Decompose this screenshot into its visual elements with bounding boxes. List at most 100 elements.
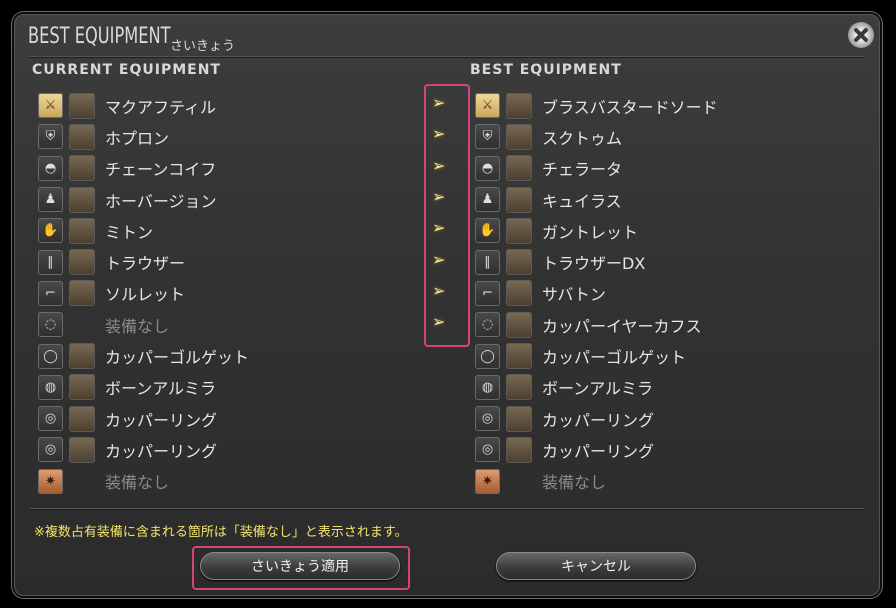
footer-divider	[30, 508, 864, 509]
item-name: ガントレット	[542, 222, 639, 242]
equipment-row[interactable]: ⚔ マクアフティル	[38, 90, 249, 121]
item-icon	[69, 343, 95, 370]
best-equipment-list: ⚔ ブラスバスタードソード ⛨ スクトゥム ◓ チェラータ ♟ キュイラス ✋ ガントレット ∥ トラ…	[475, 90, 718, 497]
apply-button[interactable]: さいきょう適用	[200, 552, 400, 580]
equipment-row[interactable]: ✷ 装備なし	[38, 466, 249, 497]
item-name: カッパーゴルゲット	[542, 348, 687, 368]
item-icon	[506, 374, 532, 401]
item-icon	[506, 217, 532, 244]
window-subtitle: さいきょう	[170, 39, 236, 54]
double-arrow-right-icon: ➢	[432, 218, 446, 238]
weapon-slot-icon: ⚔	[475, 93, 500, 119]
current-equipment-list: ⚔ マクアフティル ⛨ ホプロン ◓ チェーンコイフ ♟ ホーバージョン ✋ ミトン ∥ トラウザー ⌐…	[38, 90, 249, 497]
equipment-row[interactable]: ◌ カッパーイヤーカフス	[475, 309, 718, 340]
close-icon[interactable]	[848, 22, 874, 48]
item-icon	[69, 312, 95, 338]
title-divider	[30, 56, 864, 57]
item-icon	[69, 92, 95, 119]
equipment-row[interactable]: ⛨ ホプロン	[38, 121, 249, 152]
item-icon	[506, 311, 532, 338]
item-name: キュイラス	[542, 191, 622, 211]
item-name: 装備なし	[105, 316, 170, 336]
equipment-row[interactable]: ✷ 装備なし	[475, 466, 718, 497]
item-name: チェーンコイフ	[105, 160, 217, 180]
equipment-row[interactable]: ∥ トラウザーDX	[475, 246, 718, 277]
feet-slot-icon: ⌐	[38, 280, 63, 306]
earrings-slot-icon: ◌	[475, 312, 500, 338]
equipment-row[interactable]: ✋ ガントレット	[475, 215, 718, 246]
item-name: ホーバージョン	[105, 191, 217, 211]
equipment-row[interactable]: ⚔ ブラスバスタードソード	[475, 90, 718, 121]
item-name: カッパーリング	[542, 410, 655, 430]
equipment-row[interactable]: ⌐ サバトン	[475, 278, 718, 309]
equipment-row[interactable]: ◎ カッパーリング	[475, 403, 718, 434]
bracelets-slot-icon: ◍	[38, 374, 63, 400]
item-icon	[506, 92, 532, 119]
ring-slot-icon: ◎	[475, 437, 500, 463]
feet-slot-icon: ⌐	[475, 280, 500, 306]
equipment-row[interactable]: ◓ チェーンコイフ	[38, 153, 249, 184]
necklace-slot-icon: ◯	[38, 343, 63, 369]
double-arrow-right-icon: ➢	[432, 124, 446, 144]
equipment-row[interactable]: ◌ 装備なし	[38, 309, 249, 340]
item-icon	[69, 155, 95, 182]
equipment-row[interactable]: ◎ カッパーリング	[475, 434, 718, 465]
double-arrow-right-icon: ➢	[432, 155, 446, 175]
item-icon	[69, 405, 95, 432]
equipment-row[interactable]: ♟ キュイラス	[475, 184, 718, 215]
item-icon	[506, 123, 532, 150]
equipment-row[interactable]: ◍ ボーンアルミラ	[475, 372, 718, 403]
item-name: ブラスバスタードソード	[542, 97, 718, 117]
equipment-row[interactable]: ⌐ ソルレット	[38, 278, 249, 309]
equipment-row[interactable]: ◯ カッパーゴルゲット	[475, 340, 718, 371]
double-arrow-right-icon: ➢	[432, 249, 446, 269]
ring-slot-icon: ◎	[475, 406, 500, 432]
cancel-button[interactable]: キャンセル	[496, 552, 696, 580]
item-name: カッパーゴルゲット	[105, 348, 250, 368]
item-name: マクアフティル	[105, 97, 217, 117]
item-icon	[506, 436, 532, 463]
equipment-row[interactable]: ◎ カッパーリング	[38, 434, 249, 465]
shield-slot-icon: ⛨	[475, 124, 500, 150]
ring-slot-icon: ◎	[38, 437, 63, 463]
item-icon	[69, 374, 95, 401]
best-equipment-window: BEST EQUIPMENT さいきょう CURRENT EQUIPMENT B…	[14, 14, 880, 596]
item-icon	[69, 249, 95, 276]
weapon-slot-icon: ⚔	[38, 93, 63, 119]
item-icon	[69, 123, 95, 150]
item-name: トラウザーDX	[542, 254, 646, 274]
equipment-row[interactable]: ♟ ホーバージョン	[38, 184, 249, 215]
double-arrow-right-icon: ➢	[432, 186, 446, 206]
head-slot-icon: ◓	[475, 155, 500, 181]
bracelets-slot-icon: ◍	[475, 374, 500, 400]
equipment-row[interactable]: ◍ ボーンアルミラ	[38, 372, 249, 403]
equipment-row[interactable]: ◓ チェラータ	[475, 153, 718, 184]
double-arrow-right-icon: ➢	[432, 312, 446, 332]
changed-items-highlight: ➢ ➢ ➢ ➢ ➢ ➢ ➢ ➢	[424, 84, 470, 347]
hands-slot-icon: ✋	[38, 218, 63, 244]
item-name: カッパーイヤーカフス	[542, 316, 702, 336]
shield-slot-icon: ⛨	[38, 124, 63, 150]
necklace-slot-icon: ◯	[475, 343, 500, 369]
item-icon	[506, 155, 532, 182]
head-slot-icon: ◓	[38, 155, 63, 181]
soul-slot-icon: ✷	[38, 468, 63, 494]
current-equipment-header: CURRENT EQUIPMENT	[32, 62, 221, 78]
body-slot-icon: ♟	[38, 187, 63, 213]
item-name: 装備なし	[105, 473, 170, 493]
item-icon	[506, 280, 532, 307]
multi-slot-note: ※複数占有装備に含まれる箇所は「装備なし」と表示されます。	[34, 525, 408, 540]
equipment-row[interactable]: ∥ トラウザー	[38, 246, 249, 277]
equipment-row[interactable]: ◎ カッパーリング	[38, 403, 249, 434]
item-icon	[506, 186, 532, 213]
double-arrow-right-icon: ➢	[432, 280, 446, 300]
item-name: カッパーリング	[105, 441, 218, 461]
equipment-row[interactable]: ✋ ミトン	[38, 215, 249, 246]
equipment-row[interactable]: ◯ カッパーゴルゲット	[38, 340, 249, 371]
item-name: スクトゥム	[542, 128, 623, 148]
body-slot-icon: ♟	[475, 187, 500, 213]
titlebar: BEST EQUIPMENT さいきょう	[14, 14, 880, 54]
double-arrow-right-icon: ➢	[432, 93, 446, 112]
item-name: カッパーリング	[105, 410, 218, 430]
equipment-row[interactable]: ⛨ スクトゥム	[475, 121, 718, 152]
